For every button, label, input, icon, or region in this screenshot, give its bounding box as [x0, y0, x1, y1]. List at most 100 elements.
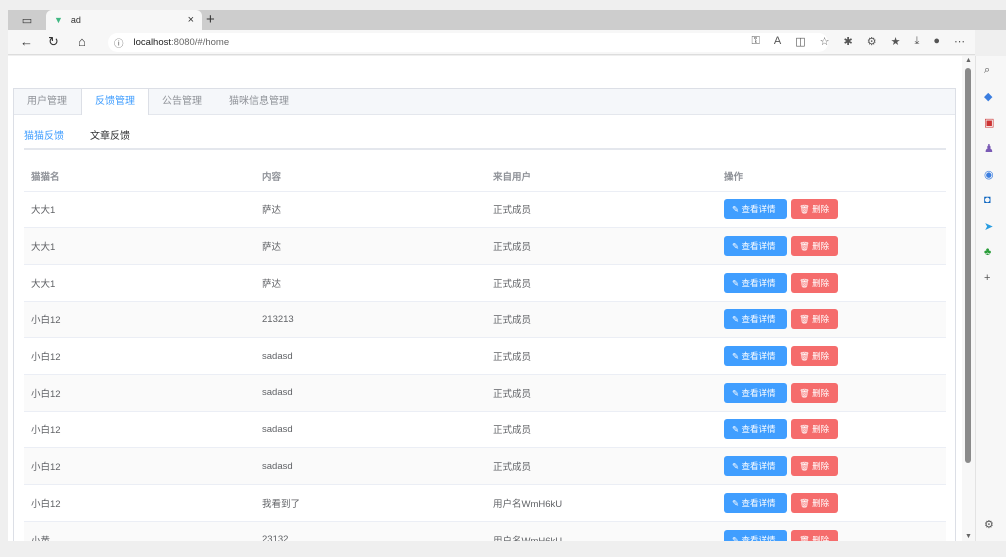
trash-icon: 🗑 [799, 314, 813, 325]
view-details-label: 查看详情 [741, 204, 776, 215]
feedback-table: 猫猫名 内容 来自用户 操作 大大1 萨达 正式成员 ✎ 查看详情 🗑 删除 大大1… [24, 161, 946, 541]
subtab-cat-feedback[interactable]: 猫猫反馈 [24, 128, 64, 148]
trash-icon: 🗑 [799, 461, 813, 472]
tab-feedback-management[interactable]: 反馈管理 [81, 89, 149, 115]
view-details-button[interactable]: ✎ 查看详情 [724, 456, 787, 477]
scroll-up-icon[interactable]: ▲ [965, 57, 972, 64]
view-details-button[interactable]: ✎ 查看详情 [724, 272, 787, 293]
outlook-icon[interactable]: ◘ [984, 194, 991, 206]
table-row: 大大1 萨达 正式成员 ✎ 查看详情 🗑 删除 [24, 264, 946, 302]
view-details-label: 查看详情 [741, 314, 776, 325]
extension-icon[interactable]: ✱ [844, 35, 853, 48]
vue-logo-icon: ▼ [54, 15, 63, 25]
office-icon[interactable]: ◉ [984, 168, 994, 181]
trash-icon: 🗑 [799, 534, 813, 541]
browser-tab-bar: ▭ ▼ ad × + [8, 10, 1006, 30]
column-header-actions: 操作 [717, 161, 946, 192]
refresh-icon[interactable]: ↻ [48, 34, 59, 50]
delete-label: 删除 [812, 314, 830, 325]
search-icon[interactable]: ⌕ [984, 64, 990, 77]
view-details-button[interactable]: ✎ 查看详情 [724, 529, 787, 541]
content-cell: 萨达 [255, 264, 486, 302]
view-details-button[interactable]: ✎ 查看详情 [724, 492, 787, 513]
url-host: localhost [133, 37, 172, 48]
people-icon[interactable]: ♟ [984, 142, 994, 155]
cat-name-cell: 小白12 [24, 411, 255, 449]
delete-label: 删除 [812, 387, 830, 398]
table-row: 大大1 萨达 正式成员 ✎ 查看详情 🗑 删除 [24, 191, 946, 229]
scroll-down-icon[interactable]: ▼ [965, 533, 972, 540]
delete-button[interactable]: 🗑 删除 [791, 456, 838, 477]
table-row: 小白12 sadasd 正式成员 ✎ 查看详情 🗑 删除 [24, 411, 946, 449]
key-icon[interactable]: ⚿ [752, 35, 760, 48]
delete-button[interactable]: 🗑 删除 [791, 346, 838, 367]
user-cell: 正式成员 [486, 191, 717, 229]
view-details-label: 查看详情 [741, 497, 776, 508]
info-icon[interactable]: ⓘ [114, 36, 124, 50]
browser-tab[interactable]: ▼ ad × [46, 10, 202, 30]
view-details-button[interactable]: ✎ 查看详情 [724, 236, 787, 257]
delete-button[interactable]: 🗑 删除 [791, 309, 838, 330]
view-details-label: 查看详情 [741, 241, 776, 252]
user-cell: 正式成员 [486, 337, 717, 375]
subtab-article-feedback[interactable]: 文章反馈 [90, 128, 130, 148]
content-cell: sadasd [255, 447, 486, 485]
column-header-content: 内容 [255, 161, 486, 192]
toolbox-icon[interactable]: ▣ [984, 116, 994, 129]
view-details-button[interactable]: ✎ 查看详情 [724, 346, 787, 367]
delete-button[interactable]: 🗑 删除 [791, 236, 838, 257]
split-screen-icon[interactable]: ◫ [795, 35, 805, 48]
tab-cat-info-management[interactable]: 猫咪信息管理 [216, 89, 303, 114]
send-icon[interactable]: ➤ [984, 220, 993, 233]
delete-button[interactable]: 🗑 删除 [791, 529, 838, 541]
view-details-button[interactable]: ✎ 查看详情 [724, 382, 787, 403]
tab-announcement-management[interactable]: 公告管理 [149, 89, 216, 114]
extensions-icon[interactable]: ⚙ [867, 35, 877, 48]
close-tab-icon[interactable]: × [188, 14, 194, 26]
tree-icon[interactable]: ♣ [984, 246, 991, 258]
main-tabs: 用户管理 反馈管理 公告管理 猫咪信息管理 [14, 89, 955, 115]
delete-label: 删除 [812, 424, 830, 435]
delete-button[interactable]: 🗑 删除 [791, 199, 838, 220]
profile-avatar[interactable]: ● [933, 35, 940, 48]
view-details-button[interactable]: ✎ 查看详情 [724, 419, 787, 440]
view-details-label: 查看详情 [741, 351, 776, 362]
user-cell: 用户名WmH6kU [486, 484, 717, 522]
download-icon[interactable]: ⤓ [914, 35, 919, 48]
add-icon[interactable]: + [984, 272, 990, 284]
table-row: 小白12 sadasd 正式成员 ✎ 查看详情 🗑 删除 [24, 447, 946, 485]
user-cell: 正式成员 [486, 301, 717, 339]
column-header-user: 来自用户 [486, 161, 717, 192]
content-cell: sadasd [255, 411, 486, 449]
more-icon[interactable]: ⋯ [954, 35, 965, 48]
favorites-icon[interactable]: ★ [891, 35, 901, 48]
favorite-icon[interactable]: ☆ [820, 35, 830, 48]
read-aloud-icon[interactable]: A [774, 35, 781, 48]
actions-cell: ✎ 查看详情 🗑 删除 [717, 484, 946, 522]
delete-label: 删除 [812, 461, 830, 472]
back-icon[interactable]: ← [20, 34, 33, 49]
delete-button[interactable]: 🗑 删除 [791, 272, 838, 293]
url-input[interactable]: ⓘ localhost:8080/#/home [108, 33, 828, 52]
table-row: 小白12 sadasd 正式成员 ✎ 查看详情 🗑 删除 [24, 337, 946, 375]
delete-button[interactable]: 🗑 删除 [791, 492, 838, 513]
view-details-button[interactable]: ✎ 查看详情 [724, 199, 787, 220]
delete-button[interactable]: 🗑 删除 [791, 419, 838, 440]
view-details-label: 查看详情 [741, 424, 776, 435]
new-tab-button[interactable]: + [206, 10, 215, 30]
scrollbar-thumb[interactable] [965, 68, 971, 463]
delete-button[interactable]: 🗑 删除 [791, 382, 838, 403]
tag-icon[interactable]: ◆ [984, 90, 992, 103]
delete-label: 删除 [812, 497, 830, 508]
user-cell: 正式成员 [486, 227, 717, 265]
scrollbar[interactable]: ▲ ▼ [962, 56, 975, 541]
settings-icon[interactable]: ⚙ [984, 518, 994, 531]
home-icon[interactable]: ⌂ [78, 34, 86, 49]
content-cell: 我看到了 [255, 484, 486, 522]
delete-label: 删除 [812, 351, 830, 362]
tab-actions-icon[interactable]: ▭ [16, 10, 38, 30]
actions-cell: ✎ 查看详情 🗑 删除 [717, 264, 946, 302]
tab-user-management[interactable]: 用户管理 [14, 89, 81, 114]
view-details-button[interactable]: ✎ 查看详情 [724, 309, 787, 330]
delete-label: 删除 [812, 204, 830, 215]
